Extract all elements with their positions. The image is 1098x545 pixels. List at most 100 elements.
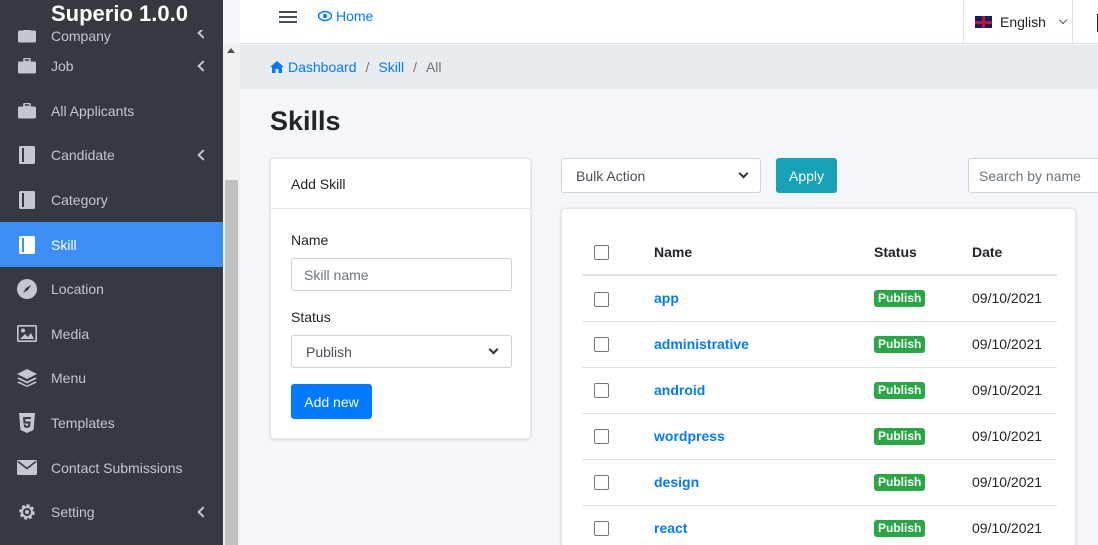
status-badge: Publish [874, 382, 926, 399]
skill-name-link[interactable]: design [654, 474, 699, 490]
sidebar-item-label: Setting [51, 504, 95, 521]
sidebar-item-label: Job [51, 58, 74, 75]
briefcase-icon [17, 102, 37, 120]
status-badge: Publish [874, 428, 926, 445]
bulk-action-select[interactable]: Bulk Action [561, 158, 761, 193]
status-select-value: Publish [306, 343, 352, 360]
date-cell: 09/10/2021 [972, 367, 1057, 414]
sidebar-item-menu[interactable]: Menu [0, 356, 223, 401]
chevron-down-icon [488, 344, 499, 355]
table-row: app Publish 09/10/2021 [582, 275, 1057, 322]
chevron-down-icon [738, 168, 749, 179]
table-row: android Publish 09/10/2021 [582, 367, 1057, 414]
breadcrumb-separator: / [413, 59, 417, 75]
search-input[interactable] [968, 158, 1098, 193]
row-checkbox[interactable] [594, 337, 609, 353]
skills-table: Name Status Date app Publish 09/10/2021 adm… [582, 229, 1057, 545]
breadcrumb-skill[interactable]: Skill [378, 59, 404, 75]
status-select[interactable]: Publish [291, 335, 512, 368]
scroll-up-arrow-icon[interactable] [227, 48, 235, 53]
layers-icon [17, 369, 37, 388]
add-new-button[interactable]: Add new [291, 384, 372, 419]
language-dropdown[interactable]: English [963, 0, 1073, 44]
table-row: design Publish 09/10/2021 [582, 459, 1057, 506]
sidebar-item-label: Contact Submissions [51, 459, 183, 476]
sidebar-item-skill[interactable]: Skill [0, 222, 223, 267]
hamburger-menu-icon[interactable] [279, 11, 297, 23]
row-checkbox[interactable] [594, 383, 609, 399]
status-badge: Publish [874, 290, 926, 308]
sidebar: Company Job All Applicants Candidate Categor… [0, 0, 223, 545]
row-checkbox[interactable] [594, 521, 609, 537]
skill-name-input[interactable] [291, 258, 512, 291]
chevron-left-icon [197, 506, 209, 518]
sidebar-item-candidate[interactable]: Candidate [0, 133, 223, 178]
column-header-status[interactable]: Status [874, 229, 972, 276]
status-badge: Publish [874, 336, 926, 353]
sidebar-scrollbar[interactable] [223, 44, 240, 545]
date-cell: 09/10/2021 [972, 275, 1057, 322]
page-title: Skills [270, 106, 341, 136]
add-skill-header: Add Skill [271, 159, 530, 209]
skill-name-link[interactable]: react [654, 520, 687, 536]
compass-icon [17, 279, 37, 300]
home-link[interactable]: Home [318, 8, 373, 24]
language-label: English [1000, 14, 1046, 30]
skill-name-link[interactable]: android [654, 382, 705, 398]
sidebar-item-category[interactable]: Category [0, 178, 223, 223]
table-row: react Publish 09/10/2021 [582, 505, 1057, 545]
skills-table-card: Name Status Date app Publish 09/10/2021 adm… [561, 208, 1076, 545]
sidebar-item-job[interactable]: Job [0, 44, 223, 89]
book-icon [17, 235, 37, 254]
chevron-left-icon [197, 60, 209, 72]
home-label: Home [336, 8, 374, 24]
sidebar-item-label: Templates [51, 415, 115, 432]
skill-name-link[interactable]: wordpress [654, 428, 725, 444]
bulk-action-value: Bulk Action [576, 167, 646, 184]
column-header-date[interactable]: Date [972, 229, 1057, 276]
sidebar-item-contact-submissions[interactable]: Contact Submissions [0, 445, 223, 490]
status-label: Status [291, 309, 331, 325]
scrollbar-thumb[interactable] [225, 180, 238, 545]
breadcrumb-separator: / [365, 59, 370, 75]
date-cell: 09/10/2021 [972, 413, 1057, 460]
html5-icon [17, 413, 37, 434]
status-badge: Publish [874, 474, 926, 491]
sidebar-item-location[interactable]: Location [0, 267, 223, 312]
eye-icon [318, 10, 332, 22]
column-header-name[interactable]: Name [654, 229, 874, 276]
sidebar-item-label: All Applicants [51, 102, 135, 119]
gear-icon [17, 503, 37, 521]
brand-title[interactable]: Superio 1.0.0 [0, 0, 223, 30]
breadcrumb-dashboard[interactable]: Dashboard [288, 59, 357, 75]
sidebar-item-label: Category [51, 192, 108, 209]
sidebar-item-all-applicants[interactable]: All Applicants [0, 89, 223, 134]
uk-flag-icon [975, 16, 992, 28]
sidebar-item-label: Candidate [51, 147, 115, 164]
sidebar-item-label: Skill [51, 236, 77, 253]
sidebar-item-media[interactable]: Media [0, 312, 223, 357]
sidebar-item-setting[interactable]: Setting [0, 490, 223, 535]
sidebar-item-label: Menu [51, 370, 87, 387]
chevron-down-icon [1058, 15, 1068, 25]
table-row: wordpress Publish 09/10/2021 [582, 413, 1057, 460]
skill-name-link[interactable]: app [654, 290, 679, 306]
image-icon [17, 325, 37, 343]
table-row: administrative Publish 09/10/2021 [582, 321, 1057, 368]
sidebar-item-templates[interactable]: Templates [0, 401, 223, 446]
sidebar-item-label: Location [51, 281, 104, 298]
date-cell: 09/10/2021 [972, 321, 1057, 368]
row-checkbox[interactable] [594, 291, 609, 307]
sidebar-item-label: Company [51, 28, 111, 44]
top-navbar: Home English [240, 0, 1098, 44]
sidebar-item-label: Media [51, 325, 90, 342]
sidebar-nav: Company Job All Applicants Candidate Categor… [0, 22, 223, 535]
row-checkbox[interactable] [594, 429, 609, 445]
row-checkbox[interactable] [594, 475, 609, 491]
breadcrumb-current: All [425, 59, 442, 75]
status-badge: Publish [874, 520, 926, 537]
name-label: Name [291, 232, 329, 248]
skill-name-link[interactable]: administrative [654, 336, 749, 352]
select-all-checkbox[interactable] [594, 244, 609, 260]
apply-button[interactable]: Apply [776, 158, 837, 193]
